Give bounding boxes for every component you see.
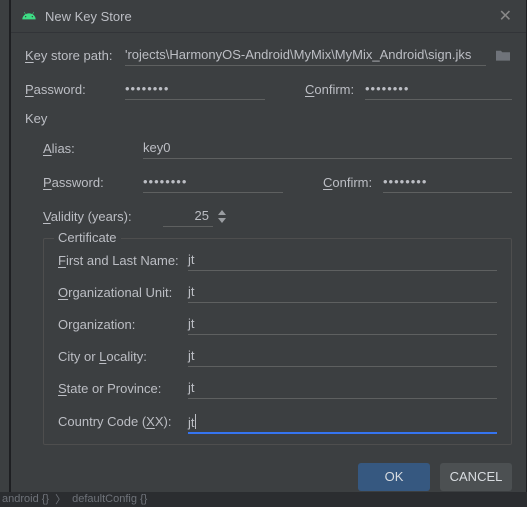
state-input[interactable]: jt	[188, 377, 497, 399]
organization-input[interactable]: jt	[188, 313, 497, 335]
alias-input[interactable]: key0	[143, 137, 512, 159]
organization-label: Organization:	[58, 317, 188, 332]
first-last-input[interactable]: jt	[188, 249, 497, 271]
org-unit-label: Organizational Unit:	[58, 285, 188, 300]
breadcrumb-item[interactable]: defaultConfig {}	[72, 493, 147, 505]
breadcrumb-item[interactable]: android {}	[2, 493, 49, 505]
breadcrumb-separator: 〉	[55, 491, 66, 507]
key-password-label: Password:	[43, 175, 143, 190]
title-bar: New Key Store ✕	[11, 0, 526, 33]
android-icon	[21, 8, 37, 24]
keystore-confirm-label: Confirm:	[305, 82, 365, 97]
city-input[interactable]: jt	[188, 345, 497, 367]
close-icon[interactable]: ✕	[495, 6, 516, 26]
alias-label: Alias:	[43, 141, 143, 156]
folder-icon[interactable]	[494, 48, 512, 62]
country-code-input[interactable]: jt	[188, 409, 497, 434]
breadcrumb: android {} 〉 defaultConfig {}	[0, 492, 527, 506]
validity-label: Validity (years):	[43, 209, 163, 224]
ok-button[interactable]: OK	[358, 463, 430, 491]
certificate-legend: Certificate	[54, 230, 121, 245]
city-label: City or Locality:	[58, 349, 188, 364]
keystore-path-input[interactable]: 'rojects\HarmonyOS-Android\MyMix\MyMix_A…	[125, 44, 486, 66]
text-caret	[195, 414, 196, 429]
keystore-password-label: Password:	[25, 82, 125, 97]
key-confirm-label: Confirm:	[323, 175, 383, 190]
cancel-button[interactable]: CANCEL	[440, 463, 512, 491]
keystore-confirm-input[interactable]: ••••••••	[365, 78, 512, 100]
keystore-password-input[interactable]: ••••••••	[125, 78, 265, 100]
keystore-path-label: Key store path:	[25, 48, 125, 63]
spinner-up-icon[interactable]	[217, 209, 227, 216]
certificate-fieldset: Certificate First and Last Name: jt Orga…	[43, 238, 512, 445]
key-section-title: Key	[25, 111, 512, 126]
org-unit-input[interactable]: jt	[188, 281, 497, 303]
spinner-down-icon[interactable]	[217, 217, 227, 224]
state-label: State or Province:	[58, 381, 188, 396]
new-keystore-dialog: New Key Store ✕ Key store path: 'rojects…	[10, 0, 527, 506]
dialog-title: New Key Store	[45, 9, 495, 24]
key-confirm-input[interactable]: ••••••••	[383, 171, 512, 193]
first-last-label: First and Last Name:	[58, 253, 188, 268]
validity-input[interactable]: 25	[163, 205, 213, 227]
key-password-input[interactable]: ••••••••	[143, 171, 283, 193]
validity-spinner[interactable]	[217, 209, 227, 224]
country-code-label: Country Code (XX):	[58, 414, 188, 429]
